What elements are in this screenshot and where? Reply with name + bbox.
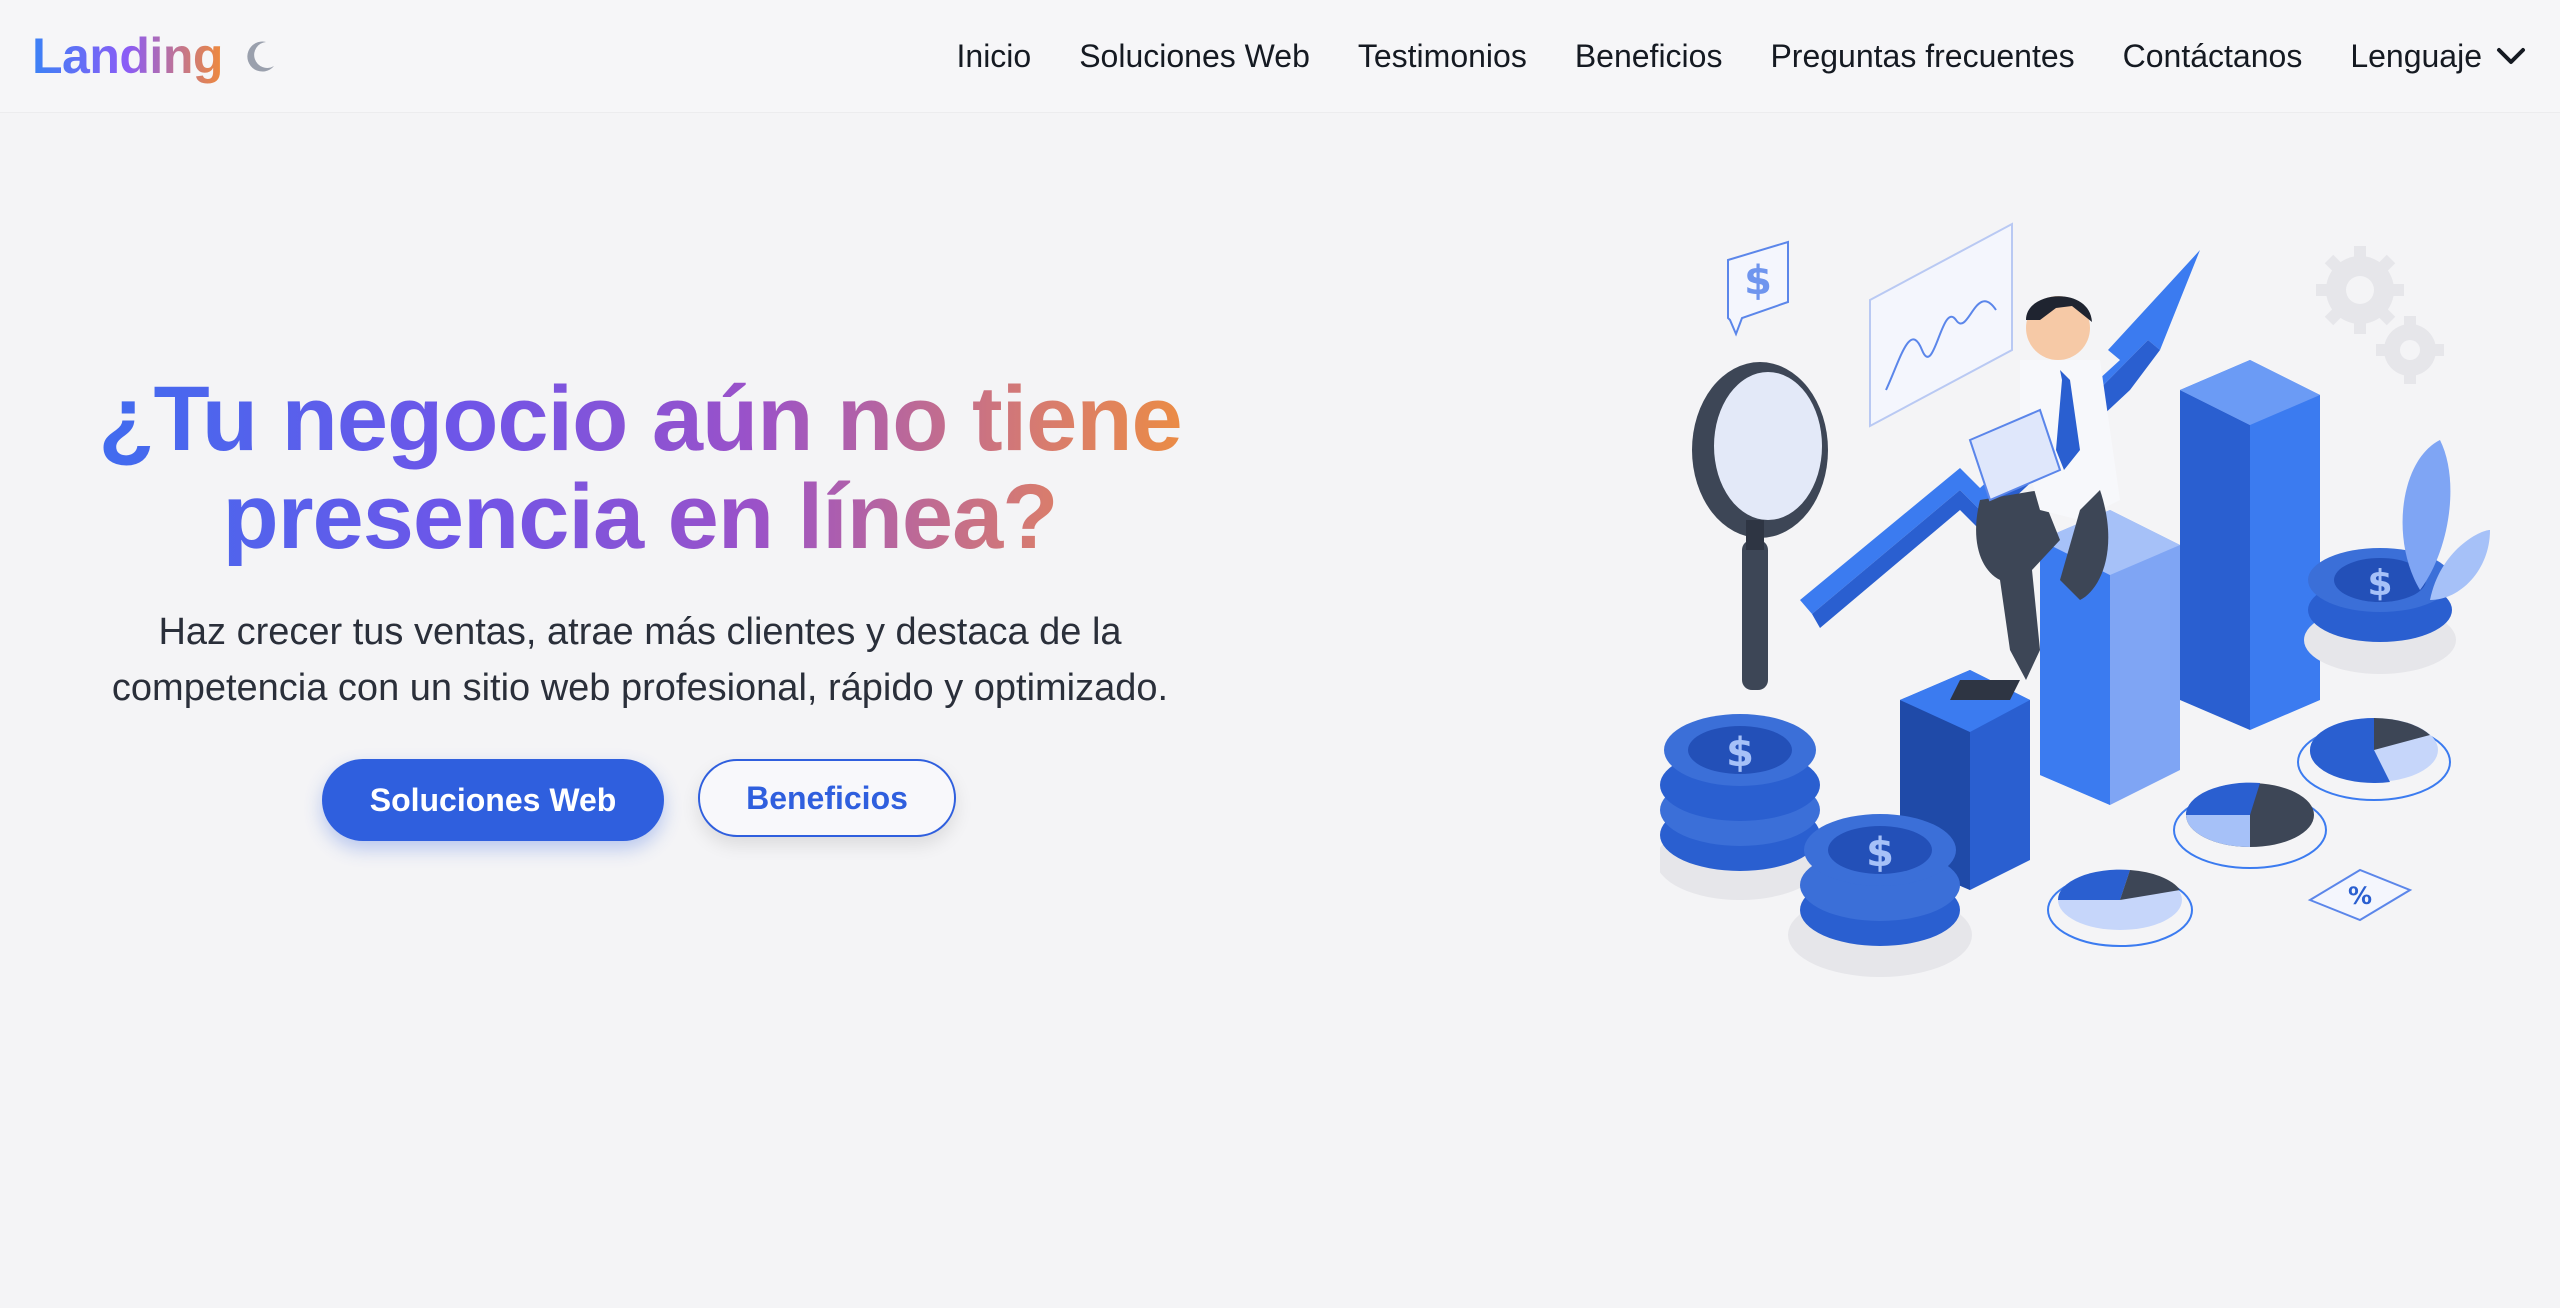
- nav-link-preguntas-frecuentes[interactable]: Preguntas frecuentes: [1770, 30, 2074, 82]
- navbar: Landing Inicio Soluciones Web Testimonio…: [0, 0, 2560, 112]
- svg-text:$: $: [1744, 258, 1772, 304]
- hero-subtitle-line1: Haz crecer tus ventas, atrae más cliente…: [158, 611, 1122, 653]
- hero-title-line1: ¿Tu negocio aún no tiene: [98, 368, 1182, 470]
- svg-text:$: $: [2367, 563, 2392, 604]
- nav-link-soluciones-web[interactable]: Soluciones Web: [1079, 30, 1310, 82]
- hero-actions: Soluciones Web Beneficios: [322, 759, 956, 841]
- hero-section: ¿Tu negocio aún no tiene presencia en lí…: [60, 370, 1220, 716]
- plant-icon: [2402, 440, 2490, 600]
- percent-tag-icon: %: [2307, 868, 2413, 922]
- dollar-bubble-icon: $: [1727, 240, 1789, 337]
- theme-toggle-button[interactable]: [240, 36, 280, 76]
- soluciones-web-button[interactable]: Soluciones Web: [322, 759, 664, 841]
- hero-subtitle-line2: competencia con un sitio web profesional…: [111, 667, 1169, 709]
- chevron-down-icon: [2497, 48, 2525, 64]
- nav-link-beneficios[interactable]: Beneficios: [1575, 30, 1723, 82]
- svg-text:$: $: [1726, 730, 1754, 776]
- nav-link-testimonios[interactable]: Testimonios: [1358, 30, 1527, 82]
- hero-title-line2: presencia en línea?: [222, 466, 1058, 568]
- language-label: Lenguaje: [2350, 38, 2482, 74]
- nav-menu: Inicio Soluciones Web Testimonios Benefi…: [909, 30, 2527, 82]
- language-dropdown[interactable]: Lenguaje: [2350, 30, 2526, 82]
- brand-logo[interactable]: Landing: [32, 24, 223, 88]
- svg-text:$: $: [1866, 830, 1894, 876]
- nav-link-inicio[interactable]: Inicio: [957, 30, 1032, 82]
- magnifier-icon: [1692, 362, 1828, 690]
- page: Landing Inicio Soluciones Web Testimonio…: [0, 0, 2560, 1308]
- percent-label: %: [2348, 882, 2372, 910]
- moon-icon: [247, 41, 274, 72]
- hero-title: ¿Tu negocio aún no tiene presencia en lí…: [60, 370, 1220, 566]
- line-chart-card: [1869, 222, 2013, 428]
- beneficios-button[interactable]: Beneficios: [698, 759, 956, 837]
- nav-link-contactanos[interactable]: Contáctanos: [2123, 30, 2303, 82]
- business-growth-illustration: $ $ $ $ %: [1660, 222, 2490, 977]
- gear-icon: [2316, 246, 2444, 384]
- hero-subtitle: Haz crecer tus ventas, atrae más cliente…: [60, 604, 1220, 716]
